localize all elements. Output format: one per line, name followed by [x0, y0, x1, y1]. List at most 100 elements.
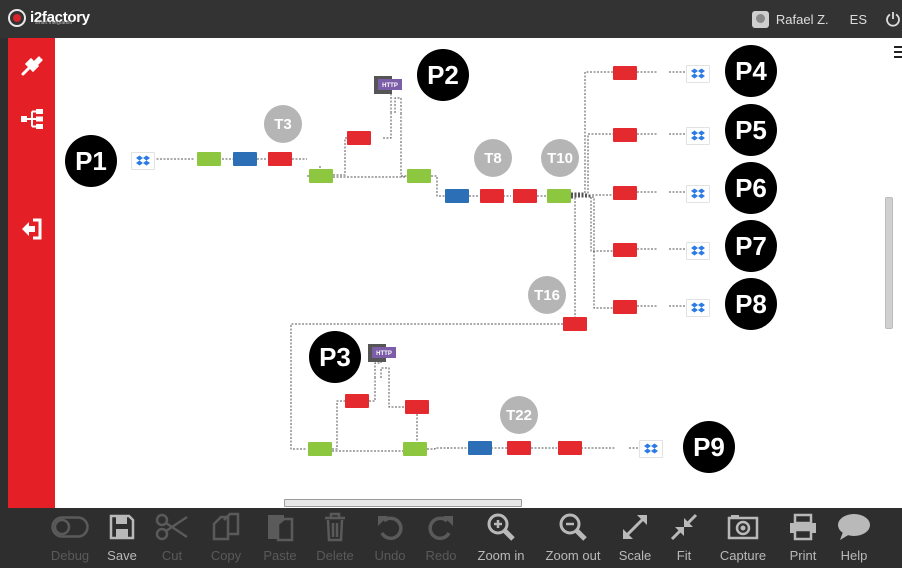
power-icon[interactable] [885, 11, 901, 27]
copy-label: Copy [210, 548, 242, 563]
flow-canvas[interactable]: HTTP HTTP P1 P2 P3 P4 P5 P6 P7 P8 P9 T3 … [55, 38, 894, 508]
process-label-p9: P9 [683, 421, 735, 473]
flow-node[interactable] [613, 243, 637, 257]
process-label-p6: P6 [725, 162, 777, 214]
zoom-in-button[interactable]: Zoom in [474, 508, 528, 568]
dropbox-target-node[interactable] [686, 127, 710, 145]
save-button[interactable]: Save [102, 508, 142, 568]
dropbox-target-node[interactable] [639, 440, 663, 458]
capture-label: Capture [719, 548, 767, 563]
http-icon[interactable]: HTTP [367, 342, 397, 366]
flow-node[interactable] [558, 441, 582, 455]
flow-node[interactable] [613, 186, 637, 200]
flow-node[interactable] [445, 189, 469, 203]
vertical-scrollbar[interactable] [885, 197, 893, 329]
print-button[interactable]: Print [782, 508, 824, 568]
cut-label: Cut [161, 548, 183, 563]
top-bar: i2factory smart integration Rafael Z. ES [0, 0, 902, 38]
flow-node[interactable] [268, 152, 292, 166]
zoom-in-label: Zoom in [477, 548, 525, 563]
dropbox-target-node[interactable] [686, 242, 710, 260]
process-label-p2: P2 [417, 49, 469, 101]
connection-lines [153, 71, 685, 452]
bottom-toolbar: Debug Save Cut Copy Paste Delete Undo Re… [0, 508, 902, 568]
flow-node[interactable] [613, 128, 637, 142]
scale-label: Scale [618, 548, 652, 563]
user-name[interactable]: Rafael Z. [776, 12, 829, 27]
transform-label-t16: T16 [528, 276, 566, 314]
undo-button[interactable]: Undo [370, 508, 410, 568]
chat-bubble-icon [837, 508, 871, 546]
paste-label: Paste [263, 548, 297, 563]
compress-icon [670, 508, 698, 546]
undo-icon [376, 508, 404, 546]
flow-node[interactable] [403, 442, 427, 456]
dropbox-target-node[interactable] [686, 299, 710, 317]
flow-node[interactable] [345, 394, 369, 408]
flow-node[interactable] [407, 169, 431, 183]
fit-button[interactable]: Fit [664, 508, 704, 568]
flow-node[interactable] [507, 441, 531, 455]
capture-button[interactable]: Capture [714, 508, 772, 568]
zoom-out-label: Zoom out [545, 548, 601, 563]
right-edge [894, 38, 902, 508]
process-label-p1: P1 [65, 135, 117, 187]
debug-toggle[interactable]: Debug [46, 508, 94, 568]
flow-node[interactable] [613, 66, 637, 80]
flow-node[interactable] [480, 189, 504, 203]
horizontal-scrollbar[interactable] [284, 499, 522, 507]
process-label-p5: P5 [725, 104, 777, 156]
debug-label: Debug [50, 548, 90, 563]
http-label: HTTP [382, 83, 398, 89]
toggle-icon [51, 508, 89, 546]
flow-node[interactable] [513, 189, 537, 203]
flow-node[interactable] [405, 400, 429, 414]
connector-icon[interactable] [15, 48, 49, 82]
paste-button[interactable]: Paste [258, 508, 302, 568]
transform-label-t10: T10 [541, 139, 579, 177]
dropbox-target-node[interactable] [686, 65, 710, 83]
redo-icon [427, 508, 455, 546]
copy-button[interactable]: Copy [204, 508, 248, 568]
scissors-icon [155, 508, 189, 546]
http-label: HTTP [376, 351, 392, 357]
avatar[interactable] [751, 10, 769, 28]
expand-icon [621, 508, 649, 546]
help-button[interactable]: Help [834, 508, 874, 568]
camera-icon [727, 508, 759, 546]
sidebar [8, 38, 55, 508]
save-icon [108, 508, 136, 546]
transform-label-t22: T22 [500, 396, 538, 434]
fit-label: Fit [676, 548, 692, 563]
transform-label-t3: T3 [264, 105, 302, 143]
zoom-out-icon [558, 508, 588, 546]
user-area: Rafael Z. ES [751, 0, 902, 38]
zoom-out-button[interactable]: Zoom out [541, 508, 605, 568]
logo-subtitle: smart integration [35, 20, 73, 26]
printer-icon [788, 508, 818, 546]
flow-node[interactable] [547, 189, 571, 203]
delete-button[interactable]: Delete [313, 508, 357, 568]
dropbox-target-node[interactable] [686, 185, 710, 203]
help-label: Help [840, 548, 868, 563]
redo-button[interactable]: Redo [421, 508, 461, 568]
flow-node[interactable] [563, 317, 587, 331]
flow-node[interactable] [347, 131, 371, 145]
undo-label: Undo [374, 548, 406, 563]
menu-icon[interactable] [894, 46, 902, 61]
flow-node[interactable] [613, 300, 637, 314]
process-label-p4: P4 [725, 45, 777, 97]
process-label-p3: P3 [309, 331, 361, 383]
flow-tree-icon[interactable] [15, 102, 49, 136]
logout-icon[interactable] [15, 212, 49, 246]
cut-button[interactable]: Cut [152, 508, 192, 568]
flow-node[interactable] [468, 441, 492, 455]
dropbox-source-node[interactable] [131, 152, 155, 170]
flow-node[interactable] [233, 152, 257, 166]
flow-node[interactable] [197, 152, 221, 166]
http-icon[interactable]: HTTP [373, 74, 403, 98]
flow-node[interactable] [308, 442, 332, 456]
scale-button[interactable]: Scale [614, 508, 656, 568]
language-selector[interactable]: ES [850, 12, 867, 27]
flow-node[interactable] [309, 169, 333, 183]
